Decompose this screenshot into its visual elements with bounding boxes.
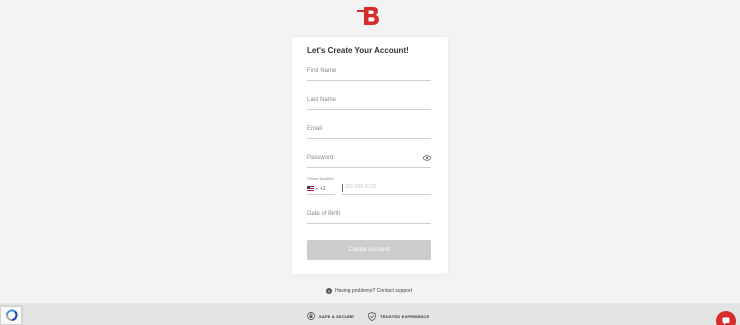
signup-card: Let's Create Your Account! First Name La… bbox=[292, 37, 448, 274]
help-row: ? Having problems? Contact support bbox=[326, 288, 412, 294]
footer-bar: SAFE & SECURE TRUSTED EXPERIENCE bbox=[0, 303, 740, 325]
shield-check-icon bbox=[368, 312, 376, 321]
chevron-down-icon: ▾ bbox=[316, 186, 319, 191]
safe-secure-label: SAFE & SECURE bbox=[319, 313, 355, 319]
phone-input[interactable]: 201-555-0123 bbox=[342, 183, 431, 195]
recaptcha-icon bbox=[6, 309, 18, 322]
phone-label: Phone Number bbox=[307, 176, 334, 181]
email-field[interactable]: Email bbox=[307, 126, 431, 139]
password-field[interactable]: Password bbox=[307, 155, 431, 168]
eye-icon[interactable] bbox=[423, 155, 431, 161]
email-placeholder: Email bbox=[307, 126, 323, 132]
first-name-field[interactable]: First Name bbox=[307, 68, 431, 81]
trusted-experience-label: TRUSTED EXPERIENCE bbox=[380, 314, 430, 319]
first-name-placeholder: First Name bbox=[307, 68, 337, 74]
country-code: +1 bbox=[320, 185, 326, 192]
date-of-birth-field[interactable]: Date of Birth bbox=[307, 211, 431, 224]
text-cursor bbox=[342, 184, 343, 192]
phone-row: ▾ +1 201-555-0123 bbox=[307, 183, 431, 196]
question-icon: ? bbox=[326, 288, 332, 294]
chat-launcher-button[interactable] bbox=[716, 311, 736, 325]
last-name-placeholder: Last Name bbox=[307, 97, 337, 103]
recaptcha-badge[interactable] bbox=[0, 306, 22, 325]
brand-b-logo-icon bbox=[357, 7, 379, 25]
date-of-birth-placeholder: Date of Birth bbox=[307, 211, 341, 217]
lock-icon bbox=[307, 312, 315, 320]
safe-secure-badge: SAFE & SECURE bbox=[307, 312, 354, 320]
last-name-field[interactable]: Last Name bbox=[307, 97, 431, 110]
form-title: Let's Create Your Account! bbox=[307, 46, 409, 55]
help-text[interactable]: Having problems? Contact support bbox=[335, 288, 412, 294]
password-placeholder: Password bbox=[307, 155, 334, 161]
brand-logo[interactable] bbox=[357, 5, 383, 27]
trusted-experience-badge: TRUSTED EXPERIENCE bbox=[368, 312, 429, 321]
create-account-button[interactable]: Create Account bbox=[307, 240, 431, 260]
phone-placeholder: 201-555-0123 bbox=[345, 184, 377, 190]
us-flag-icon bbox=[307, 186, 314, 191]
chat-icon bbox=[722, 317, 730, 325]
country-code-select[interactable]: ▾ +1 bbox=[307, 183, 335, 195]
